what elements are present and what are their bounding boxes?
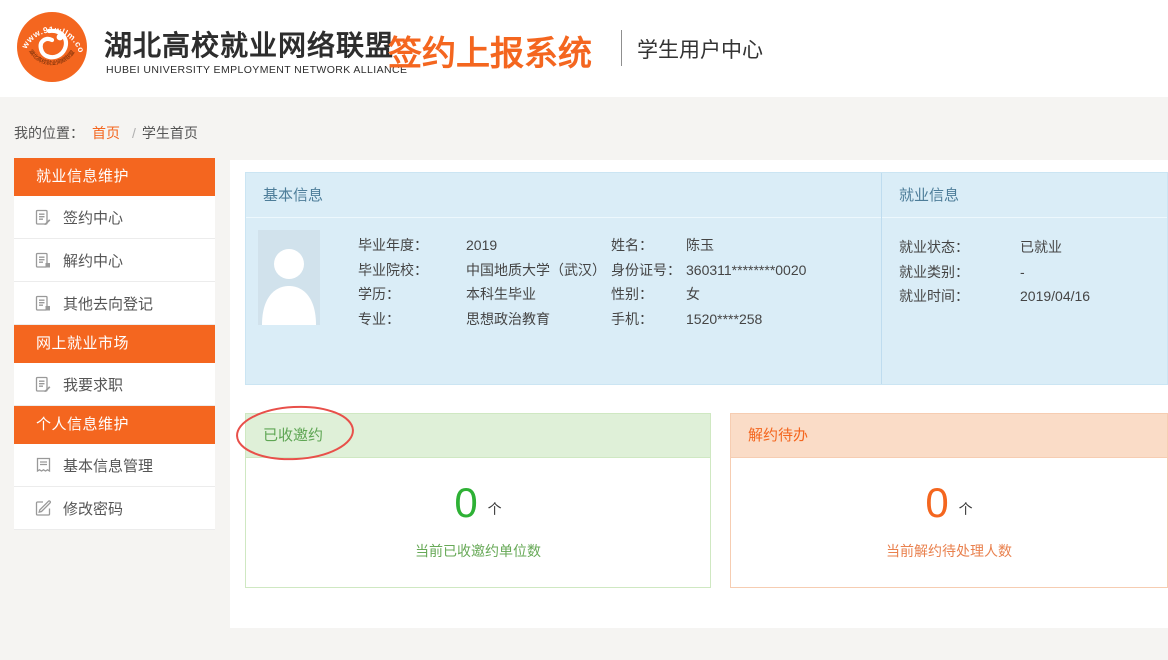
basic-info-title: 基本信息 (246, 173, 881, 218)
alliance-logo-icon: www.91wllm.com 湖北高校就业网络联盟 (16, 11, 88, 83)
field-value: 2019 (466, 237, 497, 253)
field-row: 就业类别：- (899, 260, 1090, 285)
sidebar-section-personal-info: 个人信息维护 (14, 406, 215, 444)
sidebar-section-employment-info: 就业信息维护 (14, 158, 215, 196)
sidebar-nav: 就业信息维护 签约中心 解约中心 其他去向登记 网上就业市场 (14, 158, 215, 530)
field-label: 就业状态： (899, 237, 1020, 257)
employment-info-rows: 就业状态：已就业 就业类别：- 就业时间：2019/04/16 (899, 235, 1090, 309)
cancellation-caption: 当前解约待处理人数 (731, 541, 1167, 561)
person-silhouette-icon (258, 230, 320, 325)
main-content: 基本信息 毕业年度：2019 毕业院校：中国地质大学（武汉） 学历：本科生毕业 … (230, 160, 1168, 628)
system-name: 签约上报系统 (388, 26, 592, 75)
sidebar-item-job-seeking[interactable]: 我要求职 (14, 363, 215, 406)
field-label: 毕业年度： (358, 235, 466, 255)
field-label: 身份证号： (611, 260, 686, 280)
received-invitations-card-title: 已收邀约 (246, 414, 710, 458)
field-label: 专业： (358, 309, 466, 329)
sidebar-item-label: 基本信息管理 (63, 455, 153, 476)
doc-register-icon (35, 295, 52, 312)
field-value: 360311********0020 (686, 262, 806, 278)
sidebar-item-cancel-center[interactable]: 解约中心 (14, 239, 215, 282)
edit-pen-icon (35, 500, 52, 517)
field-row: 性别：女 (611, 282, 806, 307)
brand-title-en: HUBEI UNIVERSITY EMPLOYMENT NETWORK ALLI… (106, 64, 407, 76)
sidebar-item-change-password[interactable]: 修改密码 (14, 487, 215, 530)
count-row: 0个 (731, 482, 1167, 524)
sidebar-item-label: 解约中心 (63, 250, 123, 271)
field-row: 就业时间：2019/04/16 (899, 284, 1090, 309)
doc-pen-icon (35, 376, 52, 393)
student-home-page: www.91wllm.com 湖北高校就业网络联盟 湖北高校就业网络联盟 HUB… (0, 0, 1168, 660)
sidebar-item-label: 其他去向登记 (63, 293, 153, 314)
count-unit: 个 (959, 501, 973, 517)
field-value: 陈玉 (686, 235, 714, 255)
field-row: 毕业院校：中国地质大学（武汉） (358, 258, 606, 283)
field-value: 思想政治教育 (466, 309, 550, 329)
sidebar-section-job-market: 网上就业市场 (14, 325, 215, 363)
field-label: 性别： (611, 284, 686, 304)
field-value: 女 (686, 284, 700, 304)
doc-pen-icon (35, 209, 52, 226)
breadcrumb-current: 学生首页 (142, 125, 198, 141)
field-label: 就业时间： (899, 286, 1020, 306)
field-row: 学历：本科生毕业 (358, 282, 606, 307)
field-label: 就业类别： (899, 262, 1020, 282)
basic-info-right-column: 姓名：陈玉 身份证号：360311********0020 性别：女 手机：15… (611, 233, 806, 331)
field-row: 专业：思想政治教育 (358, 307, 606, 332)
field-value: 1520****258 (686, 311, 762, 327)
cancellation-pending-card[interactable]: 解约待办 0个 当前解约待处理人数 (730, 413, 1168, 588)
field-value: - (1020, 264, 1025, 280)
doc-list-icon (35, 457, 52, 474)
student-info-panel: 基本信息 毕业年度：2019 毕业院校：中国地质大学（武汉） 学历：本科生毕业 … (245, 172, 1168, 385)
field-label: 学历： (358, 284, 466, 304)
breadcrumb: 我的位置： 首页 / 学生首页 (14, 123, 198, 143)
field-row: 毕业年度：2019 (358, 233, 606, 258)
sidebar-item-label: 修改密码 (63, 498, 123, 519)
breadcrumb-label: 我的位置： (14, 125, 84, 141)
breadcrumb-home-link[interactable]: 首页 (92, 125, 120, 141)
field-value: 本科生毕业 (466, 284, 536, 304)
invitations-count: 0 (454, 479, 477, 526)
sidebar-item-other-destination[interactable]: 其他去向登记 (14, 282, 215, 325)
app-header: www.91wllm.com 湖北高校就业网络联盟 湖北高校就业网络联盟 HUB… (0, 0, 1168, 97)
field-value: 2019/04/16 (1020, 288, 1090, 304)
field-value: 已就业 (1020, 237, 1062, 257)
invitations-caption: 当前已收邀约单位数 (246, 541, 710, 561)
avatar (258, 230, 320, 325)
employment-info-title: 就业信息 (882, 173, 1167, 218)
basic-info-section: 基本信息 毕业年度：2019 毕业院校：中国地质大学（武汉） 学历：本科生毕业 … (246, 173, 882, 384)
field-row: 手机：1520****258 (611, 307, 806, 332)
employment-info-section: 就业信息 就业状态：已就业 就业类别：- 就业时间：2019/04/16 (882, 173, 1167, 384)
field-row: 就业状态：已就业 (899, 235, 1090, 260)
field-label: 姓名： (611, 235, 686, 255)
sidebar-item-sign-center[interactable]: 签约中心 (14, 196, 215, 239)
breadcrumb-separator: / (132, 125, 136, 141)
field-label: 手机： (611, 309, 686, 329)
cancellation-count: 0 (925, 479, 948, 526)
field-row: 身份证号：360311********0020 (611, 258, 806, 283)
brand-title-cn: 湖北高校就业网络联盟 (104, 24, 394, 64)
count-unit: 个 (488, 501, 502, 517)
portal-name: 学生用户中心 (637, 34, 763, 64)
received-invitations-card[interactable]: 已收邀约 0个 当前已收邀约单位数 (245, 413, 711, 588)
sidebar-item-label: 我要求职 (63, 374, 123, 395)
doc-cancel-icon (35, 252, 52, 269)
cancellation-pending-card-title: 解约待办 (731, 414, 1167, 458)
sidebar-item-basic-info-manage[interactable]: 基本信息管理 (14, 444, 215, 487)
field-label: 毕业院校： (358, 260, 466, 280)
sidebar-item-label: 签约中心 (63, 207, 123, 228)
basic-info-left-column: 毕业年度：2019 毕业院校：中国地质大学（武汉） 学历：本科生毕业 专业：思想… (358, 233, 606, 331)
count-row: 0个 (246, 482, 710, 524)
field-value: 中国地质大学（武汉） (466, 260, 606, 280)
header-divider (621, 30, 622, 66)
field-row: 姓名：陈玉 (611, 233, 806, 258)
